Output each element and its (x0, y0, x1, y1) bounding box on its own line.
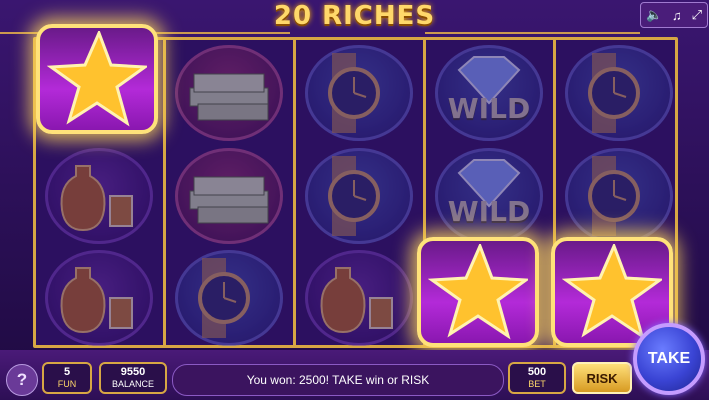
risk-button[interactable]: RISK (572, 362, 632, 394)
symbol-cell (560, 45, 678, 141)
watch-symbol (175, 250, 283, 346)
lines-label: FUN (57, 379, 77, 389)
win-message: You won: 2500! TAKE win or RISK (172, 364, 504, 396)
symbol-cell (300, 148, 418, 244)
winning-star-symbol (36, 24, 158, 134)
reel-2 (166, 40, 293, 346)
reel-3 (296, 40, 423, 346)
bet-selector[interactable]: 500 BET (508, 362, 566, 394)
symbol-cell (40, 250, 158, 346)
wild-label: WILD (447, 92, 531, 125)
winning-star-symbol (417, 237, 539, 347)
bet-label: BET (528, 379, 546, 389)
lines-value: 5 (63, 366, 71, 378)
star-icon (428, 244, 528, 340)
balance-label: BALANCE (111, 379, 155, 389)
watch-symbol (305, 45, 413, 141)
take-button[interactable]: TAKE (633, 323, 705, 395)
watch-symbol (565, 148, 673, 244)
cognac-symbol (45, 250, 153, 346)
symbol-cell (300, 45, 418, 141)
symbol-cell (170, 45, 288, 141)
wild-label: WILD (447, 195, 531, 228)
symbol-cell (560, 148, 678, 244)
cognac-symbol (45, 148, 153, 244)
balance-value: 9550 (120, 366, 146, 378)
watch-symbol (305, 148, 413, 244)
bet-value: 500 (527, 366, 547, 378)
cognac-icon (60, 267, 133, 334)
music-note-icon[interactable]: ♫ (672, 8, 682, 23)
watch-icon (328, 156, 380, 236)
watch-icon (198, 258, 250, 338)
symbol-cell (170, 148, 288, 244)
cognac-icon (320, 267, 393, 334)
speaker-icon[interactable]: 🔈 (646, 7, 662, 23)
money-symbol (175, 148, 283, 244)
symbol-cell (40, 148, 158, 244)
money-stack-icon (189, 73, 269, 121)
money-stack-icon (189, 176, 269, 224)
watch-icon (588, 53, 640, 133)
symbol-cell (300, 250, 418, 346)
symbol-cell: WILD (430, 45, 548, 141)
star-icon (47, 31, 147, 127)
symbol-cell: WILD (430, 148, 548, 244)
balance-display: 9550 BALANCE (99, 362, 167, 394)
fullscreen-icon[interactable]: ⤢ (692, 7, 702, 23)
wild-symbol: WILD (435, 45, 543, 141)
help-button[interactable]: ? (6, 364, 38, 396)
star-icon (562, 244, 662, 340)
cognac-icon (60, 165, 133, 232)
symbol-cell (170, 250, 288, 346)
audio-controls: 🔈 ♫ ⤢ (640, 2, 708, 28)
watch-icon (328, 53, 380, 133)
watch-symbol (565, 45, 673, 141)
wild-symbol: WILD (435, 148, 543, 244)
lines-selector[interactable]: 5 FUN (42, 362, 92, 394)
header-decor-line-right (425, 32, 640, 34)
money-symbol (175, 45, 283, 141)
watch-icon (588, 156, 640, 236)
cognac-symbol (305, 250, 413, 346)
